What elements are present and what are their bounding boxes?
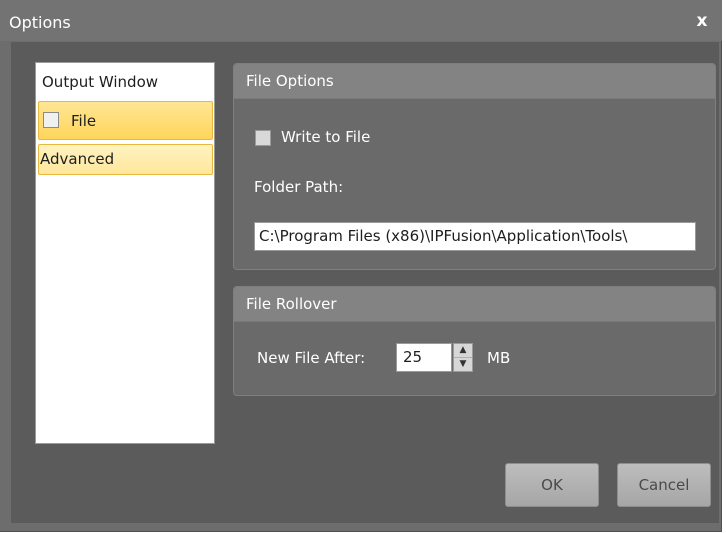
quantity-stepper: ▲ ▼ — [453, 343, 473, 372]
title-bar: Options x — [0, 0, 722, 41]
nav-item-advanced-label: Advanced — [40, 150, 115, 168]
cancel-button[interactable]: Cancel — [617, 463, 711, 507]
folder-path-input[interactable]: C:\Program Files (x86)\IPFusion\Applicat… — [254, 222, 696, 251]
ok-button[interactable]: OK — [505, 463, 599, 507]
nav-item-file[interactable]: File — [38, 101, 213, 140]
nav-header: Output Window — [42, 73, 159, 91]
new-file-after-label: New File After: — [257, 349, 366, 367]
nav-item-file-label: File — [71, 112, 97, 130]
dialog-content: Output Window File Advanced File Options… — [11, 42, 719, 523]
file-options-header: File Options — [234, 64, 715, 99]
write-to-file-label[interactable]: Write to File — [281, 128, 370, 146]
file-rollover-group: File Rollover New File After: 25 ▲ ▼ MB — [233, 286, 716, 396]
file-options-group: File Options Write to File Folder Path: … — [233, 63, 716, 270]
folder-path-label: Folder Path: — [254, 178, 344, 196]
nav-item-advanced[interactable]: Advanced — [38, 144, 213, 175]
dialog-title: Options — [9, 13, 71, 32]
spin-down-icon[interactable]: ▼ — [454, 358, 472, 371]
new-file-after-input[interactable]: 25 — [396, 343, 452, 372]
file-checkbox[interactable] — [43, 112, 59, 128]
size-unit-label: MB — [487, 349, 511, 367]
file-rollover-header: File Rollover — [234, 287, 715, 322]
options-dialog: Options x Output Window File Advanced Fi… — [0, 0, 722, 532]
write-to-file-checkbox[interactable] — [255, 130, 271, 146]
spin-up-icon[interactable]: ▲ — [454, 344, 472, 358]
options-nav-list: Output Window File Advanced — [35, 62, 215, 444]
close-button[interactable]: x — [690, 10, 714, 32]
